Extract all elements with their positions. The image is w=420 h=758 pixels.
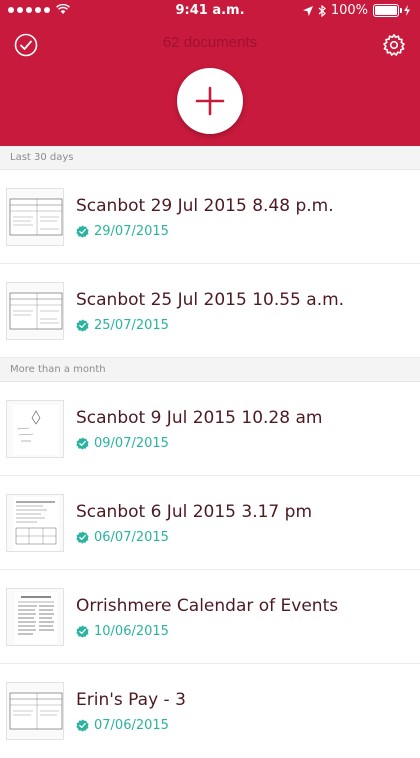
verified-check-icon <box>76 437 89 450</box>
document-date-text: 25/07/2015 <box>94 318 169 333</box>
verified-check-icon <box>76 225 89 238</box>
document-date-text: 07/06/2015 <box>94 718 169 733</box>
document-thumbnail <box>6 400 64 458</box>
document-date: 09/07/2015 <box>76 436 169 451</box>
section-header-last-30-days: Last 30 days <box>0 146 420 170</box>
document-title: Scanbot 29 Jul 2015 8.48 p.m. <box>76 196 334 216</box>
document-title: Scanbot 25 Jul 2015 10.55 a.m. <box>76 290 345 310</box>
document-thumbnail <box>6 682 64 740</box>
document-date: 07/06/2015 <box>76 718 169 733</box>
document-row[interactable]: Orrishmere Calendar of Events 10/06/2015 <box>0 570 420 664</box>
document-thumbnail <box>6 494 64 552</box>
document-title: Scanbot 9 Jul 2015 10.28 am <box>76 408 323 428</box>
document-row[interactable]: Scanbot 29 Jul 2015 8.48 p.m. 29/07/2015 <box>0 170 420 264</box>
document-date-text: 06/07/2015 <box>94 530 169 545</box>
plus-icon <box>195 86 225 116</box>
status-bar: 9:41 a.m. 100% <box>0 0 420 22</box>
document-row[interactable]: Scanbot 9 Jul 2015 10.28 am 09/07/2015 <box>0 382 420 476</box>
document-date-text: 29/07/2015 <box>94 224 169 239</box>
page-title: 62 documents <box>162 34 258 51</box>
document-date-text: 10/06/2015 <box>94 624 169 639</box>
document-title: Scanbot 6 Jul 2015 3.17 pm <box>76 502 312 522</box>
document-thumbnail <box>6 282 64 340</box>
verified-check-icon <box>76 625 89 638</box>
settings-button[interactable] <box>382 33 406 57</box>
add-document-button[interactable] <box>177 68 243 134</box>
document-date: 25/07/2015 <box>76 318 169 333</box>
document-row[interactable]: Erin's Pay - 3 07/06/2015 <box>0 664 420 758</box>
document-title: Orrishmere Calendar of Events <box>76 596 339 616</box>
verified-check-icon <box>76 531 89 544</box>
status-right: 100% <box>302 3 410 18</box>
document-thumbnail <box>6 588 64 646</box>
document-date-text: 09/07/2015 <box>94 436 169 451</box>
battery-icon <box>373 4 402 17</box>
section-header-more-than-a-month: More than a month <box>0 358 420 382</box>
document-date: 10/06/2015 <box>76 624 169 639</box>
bluetooth-icon <box>318 4 326 17</box>
verified-check-icon <box>76 319 89 332</box>
header-bar: 9:41 a.m. 100% 62 documents <box>0 0 420 146</box>
document-title: Erin's Pay - 3 <box>76 690 186 710</box>
document-thumbnail <box>6 188 64 246</box>
document-date: 06/07/2015 <box>76 530 169 545</box>
document-date: 29/07/2015 <box>76 224 169 239</box>
location-arrow-icon <box>302 5 313 16</box>
gear-icon <box>383 34 405 56</box>
battery-percent: 100% <box>330 3 368 18</box>
document-row[interactable]: Scanbot 6 Jul 2015 3.17 pm 06/07/2015 <box>0 476 420 570</box>
verified-check-icon <box>76 719 89 732</box>
document-row[interactable]: Scanbot 25 Jul 2015 10.55 a.m. 25/07/201… <box>0 264 420 358</box>
charging-bolt-icon <box>404 5 410 16</box>
